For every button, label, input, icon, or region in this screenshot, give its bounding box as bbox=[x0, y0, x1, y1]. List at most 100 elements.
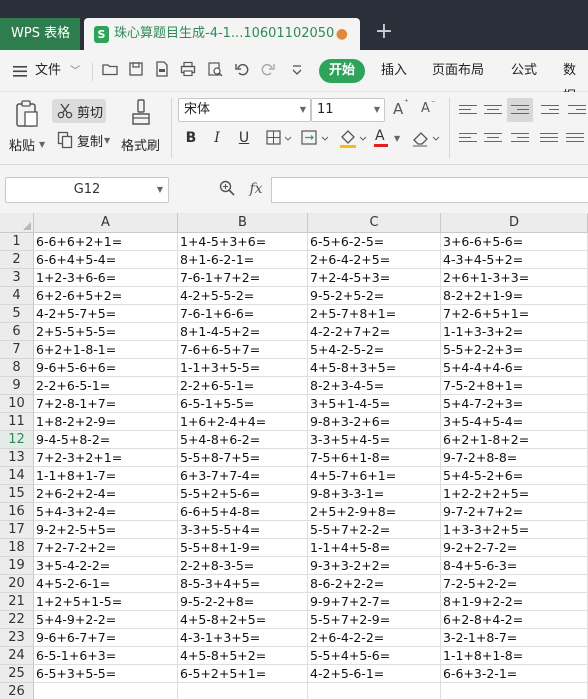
cell-c15[interactable]: 9-8+3-3-1= bbox=[308, 485, 441, 503]
cell-a12[interactable]: 9-4-5+8-2= bbox=[34, 431, 178, 449]
row-header[interactable]: 23 bbox=[0, 629, 34, 647]
tab-home[interactable]: 开始 bbox=[319, 59, 365, 83]
column-header-b[interactable]: B bbox=[178, 213, 308, 233]
align-center-icon[interactable] bbox=[484, 130, 502, 146]
cell-b6[interactable]: 8+1-4-5+2= bbox=[178, 323, 308, 341]
cell-d6[interactable]: 1-1+3-3+2= bbox=[441, 323, 588, 341]
cell-d22[interactable]: 6+2-8+4-2= bbox=[441, 611, 588, 629]
tab-data[interactable]: 数据 bbox=[563, 58, 588, 104]
cell-b20[interactable]: 8-5-3+4+5= bbox=[178, 575, 308, 593]
row-header[interactable]: 16 bbox=[0, 503, 34, 521]
clear-format-button[interactable] bbox=[410, 127, 442, 149]
column-header-d[interactable]: D bbox=[441, 213, 588, 233]
decrease-font-size-button[interactable]: A ⁻ bbox=[421, 99, 441, 121]
cell-c16[interactable]: 2+5+2-9+8= bbox=[308, 503, 441, 521]
print-preview-icon[interactable] bbox=[206, 61, 224, 79]
justify-icon[interactable] bbox=[540, 130, 558, 146]
cell-d15[interactable]: 1+2-2+2+5= bbox=[441, 485, 588, 503]
borders-button[interactable] bbox=[265, 127, 293, 149]
select-all-corner[interactable] bbox=[0, 213, 34, 233]
cell-b7[interactable]: 7-6+6-5+7= bbox=[178, 341, 308, 359]
cell-a20[interactable]: 4+5-2-6-1= bbox=[34, 575, 178, 593]
save-icon[interactable] bbox=[127, 61, 145, 79]
cell-d4[interactable]: 8-2+2+1-9= bbox=[441, 287, 588, 305]
cell-c22[interactable]: 5-5+7+2-9= bbox=[308, 611, 441, 629]
cell-b3[interactable]: 7-6-1+7+2= bbox=[178, 269, 308, 287]
row-header[interactable]: 17 bbox=[0, 521, 34, 539]
cell-a15[interactable]: 2+6-2+2-4= bbox=[34, 485, 178, 503]
row-header[interactable]: 9 bbox=[0, 377, 34, 395]
cell-d24[interactable]: 1-1+8+1-8= bbox=[441, 647, 588, 665]
row-header[interactable]: 1 bbox=[0, 233, 34, 251]
paste-button[interactable]: 粘贴 ▼ bbox=[6, 96, 46, 160]
cell-a11[interactable]: 1+8-2+2-9= bbox=[34, 413, 178, 431]
formula-input[interactable] bbox=[271, 177, 588, 203]
cell-d12[interactable]: 6+2+1-8+2= bbox=[441, 431, 588, 449]
cell-d5[interactable]: 7+2-6+5+1= bbox=[441, 305, 588, 323]
cell-d17[interactable]: 1+3-3+2+5= bbox=[441, 521, 588, 539]
column-header-c[interactable]: C bbox=[308, 213, 441, 233]
row-header[interactable]: 24 bbox=[0, 647, 34, 665]
print-icon[interactable] bbox=[179, 61, 197, 79]
cell-c14[interactable]: 4+5-7+6+1= bbox=[308, 467, 441, 485]
font-name-select[interactable]: 宋体 ▼ bbox=[178, 98, 311, 122]
increase-indent-icon[interactable] bbox=[568, 102, 586, 118]
cell-b9[interactable]: 2-2+6-5-1= bbox=[178, 377, 308, 395]
cell-d7[interactable]: 5-5+2-2+3= bbox=[441, 341, 588, 359]
cell-b17[interactable]: 3-3+5-5+4= bbox=[178, 521, 308, 539]
cell-a4[interactable]: 6+2-6+5+2= bbox=[34, 287, 178, 305]
undo-icon[interactable] bbox=[233, 61, 251, 79]
cell-a7[interactable]: 6+2+1-8-1= bbox=[34, 341, 178, 359]
cell-c26[interactable] bbox=[308, 683, 441, 699]
row-header[interactable]: 21 bbox=[0, 593, 34, 611]
distributed-align-icon[interactable] bbox=[566, 130, 584, 146]
cell-c9[interactable]: 8-2+3-4-5= bbox=[308, 377, 441, 395]
cell-a1[interactable]: 6-6+6+2+1= bbox=[34, 233, 178, 251]
cell-d3[interactable]: 2+6+1-3+3= bbox=[441, 269, 588, 287]
tab-page-layout[interactable]: 页面布局 bbox=[432, 58, 484, 84]
cell-a10[interactable]: 7+2-8-1+7= bbox=[34, 395, 178, 413]
cell-b1[interactable]: 1+4-5+3+6= bbox=[178, 233, 308, 251]
cell-c7[interactable]: 5+4-2-5-2= bbox=[308, 341, 441, 359]
cell-c20[interactable]: 8-6-2+2-2= bbox=[308, 575, 441, 593]
row-header[interactable]: 19 bbox=[0, 557, 34, 575]
cell-b23[interactable]: 4-3-1+3+5= bbox=[178, 629, 308, 647]
cell-b10[interactable]: 6-5-1+5-5= bbox=[178, 395, 308, 413]
tab-insert[interactable]: 插入 bbox=[381, 58, 407, 84]
cell-b16[interactable]: 6-6+5+4-8= bbox=[178, 503, 308, 521]
cell-b5[interactable]: 7-6-1+6-6= bbox=[178, 305, 308, 323]
cell-d11[interactable]: 3+5-4+5-4= bbox=[441, 413, 588, 431]
cell-a24[interactable]: 6-5-1+6+3= bbox=[34, 647, 178, 665]
file-menu[interactable]: 文件 ﹀ bbox=[35, 58, 80, 84]
cell-c5[interactable]: 2+5-7+8+1= bbox=[308, 305, 441, 323]
row-header[interactable]: 13 bbox=[0, 449, 34, 467]
cell-d14[interactable]: 5+4-5-2+6= bbox=[441, 467, 588, 485]
align-bottom-button[interactable] bbox=[507, 98, 533, 122]
redo-icon[interactable] bbox=[259, 61, 277, 79]
cell-b19[interactable]: 2-2+8-3-5= bbox=[178, 557, 308, 575]
cell-a8[interactable]: 9-6+5-6+6= bbox=[34, 359, 178, 377]
cell-b18[interactable]: 5-5+8+1-9= bbox=[178, 539, 308, 557]
cell-d8[interactable]: 5+4-4+4-6= bbox=[441, 359, 588, 377]
cell-a17[interactable]: 9-2+2-5+5= bbox=[34, 521, 178, 539]
cell-d25[interactable]: 6-6+3-2-1= bbox=[441, 665, 588, 683]
column-header-a[interactable]: A bbox=[34, 213, 178, 233]
align-top-icon[interactable] bbox=[459, 102, 477, 118]
copy-button[interactable]: 复制 ▼ bbox=[56, 128, 110, 152]
row-header[interactable]: 5 bbox=[0, 305, 34, 323]
cell-c4[interactable]: 9-5-2+5-2= bbox=[308, 287, 441, 305]
row-header[interactable]: 10 bbox=[0, 395, 34, 413]
align-middle-icon[interactable] bbox=[484, 102, 502, 118]
cell-d19[interactable]: 8-4+5-6-3= bbox=[441, 557, 588, 575]
insert-function-icon[interactable]: fx bbox=[246, 179, 266, 199]
cell-c19[interactable]: 9-3+3-2+2= bbox=[308, 557, 441, 575]
cell-a14[interactable]: 1-1+8+1-7= bbox=[34, 467, 178, 485]
cell-d2[interactable]: 4-3+4-5+2= bbox=[441, 251, 588, 269]
cell-d13[interactable]: 9-7-2+8-8= bbox=[441, 449, 588, 467]
cell-d21[interactable]: 8+1-9+2-2= bbox=[441, 593, 588, 611]
cell-a13[interactable]: 7+2-3+2+1= bbox=[34, 449, 178, 467]
cell-c6[interactable]: 4-2-2+7+2= bbox=[308, 323, 441, 341]
cell-c10[interactable]: 3+5+1-4-5= bbox=[308, 395, 441, 413]
cell-b24[interactable]: 4+5-8+5+2= bbox=[178, 647, 308, 665]
row-header[interactable]: 12 bbox=[0, 431, 34, 449]
